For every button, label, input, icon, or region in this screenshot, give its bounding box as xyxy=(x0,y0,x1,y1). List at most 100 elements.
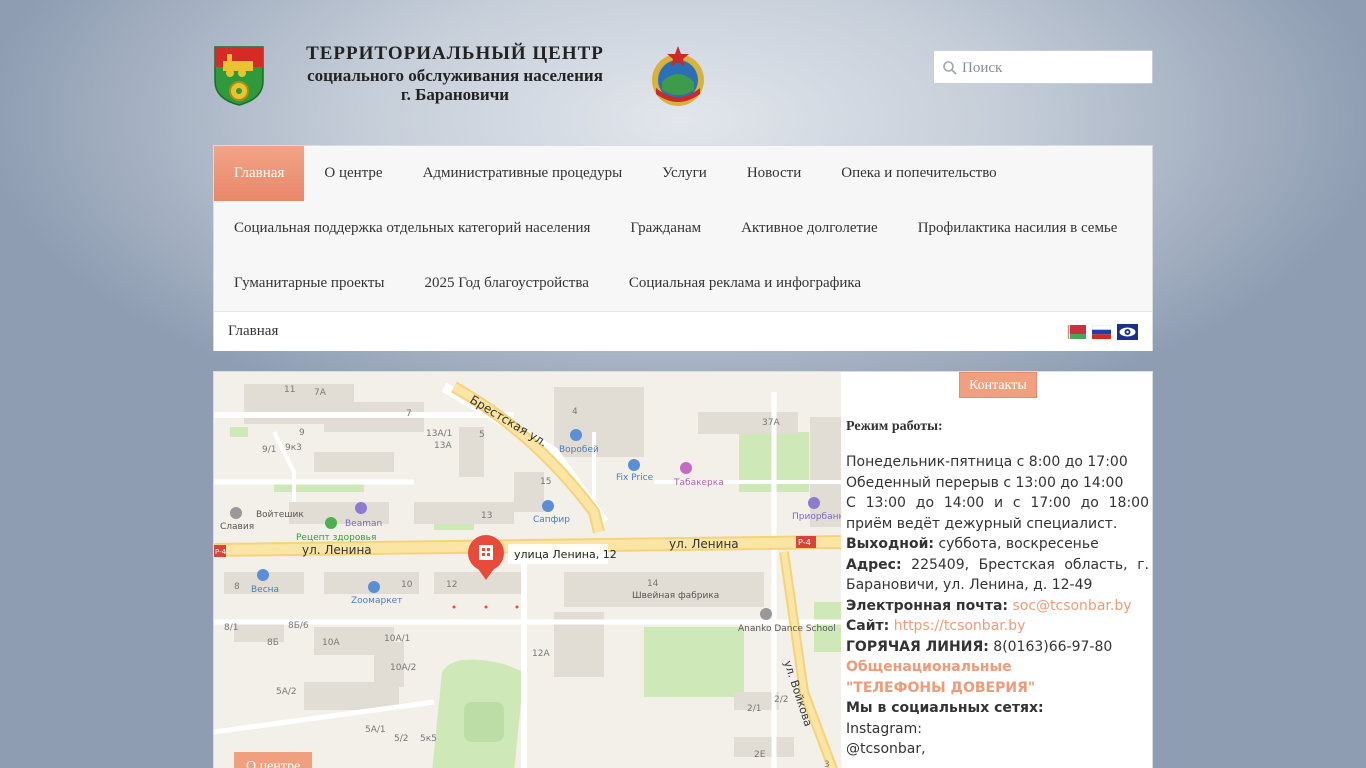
nav-item-humanitarian[interactable]: Гуманитарные проекты xyxy=(214,256,405,311)
map-poi-zoomarket: Zooмаркет xyxy=(351,596,402,606)
main-content: Р-4 Р-4 Брестская ул. ул. Ленина ул. Лен… xyxy=(213,371,1153,768)
work-hours-line3: С 13:00 до 14:00 и с 17:00 до 18:00 приё… xyxy=(846,495,1149,532)
map-poi-voyteshik: Войтешик xyxy=(256,510,304,520)
contacts-panel: Контакты Режим работы: Понедельник-пятни… xyxy=(841,372,1152,768)
map-house-number: 2/2 xyxy=(774,695,788,705)
map-house-number: 12 xyxy=(446,580,457,590)
map-house-number: 15 xyxy=(540,477,551,487)
map-street-lenina-left: ул. Ленина xyxy=(302,543,372,557)
nav-row-2: Социальная поддержка отдельных категорий… xyxy=(214,201,1137,256)
map-house-number: 10А xyxy=(322,638,340,648)
nav-item-year-2025[interactable]: 2025 Год благоустройства xyxy=(405,256,609,311)
site-title-line3: г. Барановичи xyxy=(400,85,510,104)
weekend-value: суббота, воскресенье xyxy=(938,536,1099,552)
map-house-number: 5к5 xyxy=(420,734,437,744)
email-link[interactable]: soc@tcsonbar.by xyxy=(1012,598,1131,614)
map-house-number: 8/1 xyxy=(224,623,238,633)
map-poi-fixprice: Fix Price xyxy=(616,473,654,483)
map-house-number: 9/1 xyxy=(262,445,276,455)
weekend-row: Выходной: суббота, воскресенье xyxy=(846,534,1149,555)
state-emblem-icon[interactable] xyxy=(648,44,708,110)
site-link[interactable]: https://tcsonbar.by xyxy=(894,618,1026,634)
map-poi-vorobey: Воробей xyxy=(559,445,599,455)
email-label: Электронная почта: xyxy=(846,597,1008,614)
map-poi-priorbank: Приорбанк xyxy=(792,512,841,522)
language-switcher xyxy=(1067,324,1138,340)
map-label-r4-left: Р-4 xyxy=(215,548,227,556)
belarus-flag-icon[interactable] xyxy=(1067,325,1086,339)
nav-row-3: Гуманитарные проекты 2025 Год благоустро… xyxy=(214,256,881,311)
search-icon[interactable] xyxy=(942,60,958,76)
map-house-number: 12А xyxy=(532,649,550,659)
nav-item-about[interactable]: О центре xyxy=(304,146,402,201)
map-house-number: 2Е xyxy=(754,750,766,760)
map-poi-slavia: Славия xyxy=(220,522,254,532)
map-house-number: 9к3 xyxy=(285,443,302,453)
site-title-line2: социального обслуживания населения xyxy=(307,66,603,85)
city-coat-of-arms-icon[interactable] xyxy=(213,45,265,107)
nav-item-admin-procedures[interactable]: Административные процедуры xyxy=(403,146,643,201)
map-house-number: 7 xyxy=(406,409,412,419)
site-title-line1: ТЕРРИТОРИАЛЬНЫЙ ЦЕНТР xyxy=(306,43,604,64)
search-input[interactable] xyxy=(962,57,1142,79)
nav-item-social-ads[interactable]: Социальная реклама и инфографика xyxy=(609,256,881,311)
work-hours-line1: Понедельник-пятница с 8:00 до 17:00 xyxy=(846,454,1128,470)
map-house-number: 7А xyxy=(314,388,327,398)
map-poi-beaman: Beaman xyxy=(345,519,382,529)
trust-phones-link-line1[interactable]: Общенациональные xyxy=(846,657,1149,678)
nav-item-guardianship[interactable]: Опека и попечительство xyxy=(821,146,1016,201)
map-house-number: 5А/2 xyxy=(276,687,297,697)
map-house-number: 37А xyxy=(762,418,780,428)
breadcrumb-bar: Главная xyxy=(214,311,1152,351)
nav-item-violence-prevention[interactable]: Профилактика насилия в семье xyxy=(898,201,1138,256)
map-house-number: 10 xyxy=(401,580,413,590)
map-house-number: 13 xyxy=(481,511,492,521)
map-house-number: 3 xyxy=(824,760,830,768)
about-center-button[interactable]: О центре xyxy=(234,752,313,768)
map-poi-vesna: Весна xyxy=(251,585,279,595)
instagram-label: Instagram: xyxy=(846,720,922,737)
map-poi-sapfir: Сапфир xyxy=(533,515,570,525)
nav-item-services[interactable]: Услуги xyxy=(642,146,727,201)
map-street-lenina-right: ул. Ленина xyxy=(669,537,739,551)
nav-item-home[interactable]: Главная xyxy=(214,146,305,201)
nav-item-social-support[interactable]: Социальная поддержка отдельных категорий… xyxy=(214,201,610,256)
nav-row-1: Главная О центре Административные процед… xyxy=(214,146,1017,201)
location-map[interactable]: Р-4 Р-4 Брестская ул. ул. Ленина ул. Лен… xyxy=(214,372,841,768)
map-label-r4-right: Р-4 xyxy=(798,538,811,547)
low-vision-eye-icon[interactable] xyxy=(1117,324,1138,340)
map-house-number: 5А/1 xyxy=(365,725,386,735)
map-house-number: 5 xyxy=(479,430,485,440)
map-house-number: 13А xyxy=(434,441,452,451)
map-house-number: 10А/1 xyxy=(384,634,410,644)
map-house-number: 13А/1 xyxy=(426,429,452,439)
trust-phones-link-line2[interactable]: "ТЕЛЕФОНЫ ДОВЕРИЯ" xyxy=(846,678,1149,699)
work-hours-line2: Обеденный перерыв с 13:00 до 14:00 xyxy=(846,474,1124,491)
nav-item-citizens[interactable]: Гражданам xyxy=(610,201,721,256)
social-heading: Мы в социальных сетях: xyxy=(846,698,1149,719)
map-poi-recept: Рецепт здоровья xyxy=(296,533,376,543)
address-row: Адрес: 225409, Брестская область, г. Бар… xyxy=(846,555,1149,596)
russia-flag-icon[interactable] xyxy=(1092,325,1111,339)
contacts-body: Режим работы: Понедельник-пятница с 8:00… xyxy=(846,416,1149,760)
nav-item-news[interactable]: Новости xyxy=(727,146,821,201)
instagram-handle[interactable]: @tcsonbar, xyxy=(846,739,1149,760)
search-box[interactable] xyxy=(933,50,1153,84)
map-house-number: 5/2 xyxy=(394,734,408,744)
map-house-number: 9 xyxy=(299,428,305,438)
contacts-button[interactable]: Контакты xyxy=(959,372,1037,398)
social-label: Мы в социальных сетях: xyxy=(846,700,1044,716)
map-house-number: 8Б/6 xyxy=(288,621,309,631)
nav-item-active-longevity[interactable]: Активное долголетие xyxy=(721,201,898,256)
site-title[interactable]: ТЕРРИТОРИАЛЬНЫЙ ЦЕНТР социального обслуж… xyxy=(285,42,625,104)
address-label: Адрес: xyxy=(846,556,902,573)
map-poi-ananko: Ananko Dance School xyxy=(738,624,836,634)
map-house-number: 10А/2 xyxy=(390,663,416,673)
site-header: ТЕРРИТОРИАЛЬНЫЙ ЦЕНТР социального обслуж… xyxy=(213,40,1153,120)
hotline-value: 8(0163)66-97-80 xyxy=(993,638,1113,655)
breadcrumb[interactable]: Главная xyxy=(228,323,278,340)
map-house-number: 11 xyxy=(284,385,295,395)
email-row: Электронная почта: soc@tcsonbar.by xyxy=(846,596,1149,617)
map-house-number: 4 xyxy=(572,407,578,417)
map-poi-tabakerka: Табакерка xyxy=(673,478,724,488)
